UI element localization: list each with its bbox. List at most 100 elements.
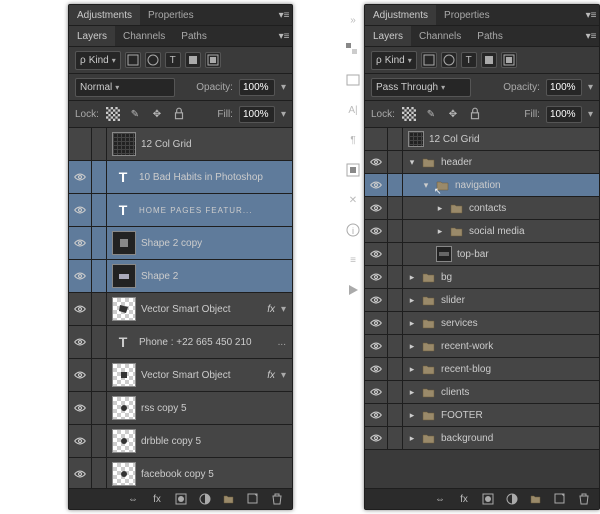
- panel-menu-icon[interactable]: ▾≡: [276, 31, 292, 42]
- opacity-field[interactable]: 100%: [546, 79, 582, 96]
- visibility-toggle[interactable]: [365, 197, 388, 219]
- disclosure-triangle[interactable]: ▸: [407, 295, 417, 306]
- info-icon[interactable]: i: [345, 222, 361, 238]
- layer-row[interactable]: 12 Col Grid: [365, 128, 599, 151]
- link-layers-icon[interactable]: ⇔: [433, 492, 447, 506]
- disclosure-triangle[interactable]: ▸: [407, 410, 417, 421]
- blend-mode-dropdown[interactable]: Pass Through▾: [371, 78, 471, 97]
- panel-menu-icon[interactable]: ▾≡: [276, 10, 292, 21]
- visibility-toggle[interactable]: [69, 293, 92, 325]
- layer-row[interactable]: Vector Smart Object fx▾: [69, 359, 292, 392]
- filter-pixel-icon[interactable]: [125, 52, 141, 68]
- filter-adjust-icon[interactable]: [441, 52, 457, 68]
- actions-icon[interactable]: ✕: [345, 192, 361, 208]
- lock-pixels-icon[interactable]: ✎: [127, 106, 143, 122]
- visibility-toggle[interactable]: [365, 381, 388, 403]
- filter-pixel-icon[interactable]: [421, 52, 437, 68]
- filter-type-icon[interactable]: T: [165, 52, 181, 68]
- filter-shape-icon[interactable]: [481, 52, 497, 68]
- layer-row[interactable]: Shape 2: [69, 260, 292, 293]
- layer-group[interactable]: ▸ clients: [365, 381, 599, 404]
- layer-group[interactable]: ▸ contacts: [365, 197, 599, 220]
- layer-row[interactable]: top-bar: [365, 243, 599, 266]
- layer-row[interactable]: 12 Col Grid: [69, 128, 292, 161]
- layer-group[interactable]: ▸ services: [365, 312, 599, 335]
- filter-shape-icon[interactable]: [185, 52, 201, 68]
- layer-group[interactable]: ▸ background: [365, 427, 599, 450]
- layer-group[interactable]: ▾ header: [365, 151, 599, 174]
- fill-field[interactable]: 100%: [546, 106, 582, 123]
- disclosure-triangle[interactable]: ▸: [407, 364, 417, 375]
- visibility-toggle[interactable]: [365, 151, 388, 173]
- layer-group[interactable]: ▸ recent-blog: [365, 358, 599, 381]
- adjustment-layer-icon[interactable]: [505, 492, 519, 506]
- visibility-toggle[interactable]: [69, 359, 92, 391]
- blend-mode-dropdown[interactable]: Normal▾: [75, 78, 175, 97]
- disclosure-triangle[interactable]: ▸: [407, 318, 417, 329]
- styles-icon[interactable]: [345, 162, 361, 178]
- delete-layer-icon[interactable]: [577, 492, 591, 506]
- tab-paths[interactable]: Paths: [173, 26, 215, 46]
- tab-layers[interactable]: Layers: [69, 26, 115, 46]
- visibility-toggle[interactable]: [69, 326, 92, 358]
- visibility-toggle[interactable]: [365, 404, 388, 426]
- filter-smart-icon[interactable]: [501, 52, 517, 68]
- filter-type-icon[interactable]: T: [461, 52, 477, 68]
- disclosure-triangle[interactable]: ▾: [407, 157, 417, 168]
- layer-row[interactable]: rss copy 5: [69, 392, 292, 425]
- filter-smart-icon[interactable]: [205, 52, 221, 68]
- history-icon[interactable]: ≡: [345, 252, 361, 268]
- adjustment-layer-icon[interactable]: [198, 492, 212, 506]
- layer-row[interactable]: Shape 2 copy: [69, 227, 292, 260]
- disclosure-triangle[interactable]: ▸: [407, 272, 417, 283]
- layer-style-icon[interactable]: fx: [150, 492, 164, 506]
- lock-transparency-icon[interactable]: [105, 106, 121, 122]
- visibility-toggle[interactable]: [69, 458, 92, 488]
- visibility-toggle[interactable]: [69, 128, 92, 160]
- disclosure-triangle[interactable]: ▸: [435, 203, 445, 214]
- visibility-toggle[interactable]: [365, 312, 388, 334]
- layer-row[interactable]: T Phone : +22 665 450 210 ...: [69, 326, 292, 359]
- tab-properties[interactable]: Properties: [436, 5, 498, 25]
- filter-adjust-icon[interactable]: [145, 52, 161, 68]
- visibility-toggle[interactable]: [365, 220, 388, 242]
- fill-field[interactable]: 100%: [239, 106, 275, 123]
- layer-row[interactable]: Vector Smart Object fx▾: [69, 293, 292, 326]
- visibility-toggle[interactable]: [69, 260, 92, 292]
- visibility-toggle[interactable]: [365, 335, 388, 357]
- layer-row[interactable]: drbble copy 5: [69, 425, 292, 458]
- tab-paths[interactable]: Paths: [469, 26, 511, 46]
- visibility-toggle[interactable]: [69, 161, 92, 193]
- new-layer-icon[interactable]: [246, 492, 260, 506]
- visibility-toggle[interactable]: [69, 227, 92, 259]
- panel-menu-icon[interactable]: ▾≡: [583, 31, 599, 42]
- character-icon[interactable]: A|: [345, 102, 361, 118]
- new-layer-icon[interactable]: [553, 492, 567, 506]
- paragraph-icon[interactable]: ¶: [345, 132, 361, 148]
- layer-group[interactable]: ▸ social media: [365, 220, 599, 243]
- layer-group[interactable]: ▾ ↖ navigation: [365, 174, 599, 197]
- disclosure-triangle[interactable]: ▸: [407, 387, 417, 398]
- play-icon[interactable]: [345, 282, 361, 298]
- tab-channels[interactable]: Channels: [411, 26, 469, 46]
- layer-group[interactable]: ▸ bg: [365, 266, 599, 289]
- new-group-icon[interactable]: [529, 492, 543, 506]
- tab-adjustments[interactable]: Adjustments: [365, 5, 436, 25]
- opacity-field[interactable]: 100%: [239, 79, 275, 96]
- new-group-icon[interactable]: [222, 492, 236, 506]
- lock-pixels-icon[interactable]: ✎: [423, 106, 439, 122]
- layer-style-icon[interactable]: fx: [457, 492, 471, 506]
- disclosure-triangle[interactable]: ▸: [407, 433, 417, 444]
- visibility-toggle[interactable]: [69, 194, 92, 226]
- layer-row[interactable]: facebook copy 5: [69, 458, 292, 488]
- visibility-toggle[interactable]: [365, 128, 388, 150]
- layer-group[interactable]: ▸ FOOTER: [365, 404, 599, 427]
- visibility-toggle[interactable]: [365, 427, 388, 449]
- visibility-toggle[interactable]: [69, 425, 92, 457]
- fx-indicator[interactable]: fx: [267, 304, 281, 315]
- disclosure-triangle[interactable]: ▸: [435, 226, 445, 237]
- layer-row[interactable]: T HOME PAGES FEATUR...: [69, 194, 292, 227]
- filter-kind-dropdown[interactable]: ρ Kind▾: [371, 51, 417, 70]
- expand-icon[interactable]: »: [345, 12, 361, 28]
- visibility-toggle[interactable]: [365, 243, 388, 265]
